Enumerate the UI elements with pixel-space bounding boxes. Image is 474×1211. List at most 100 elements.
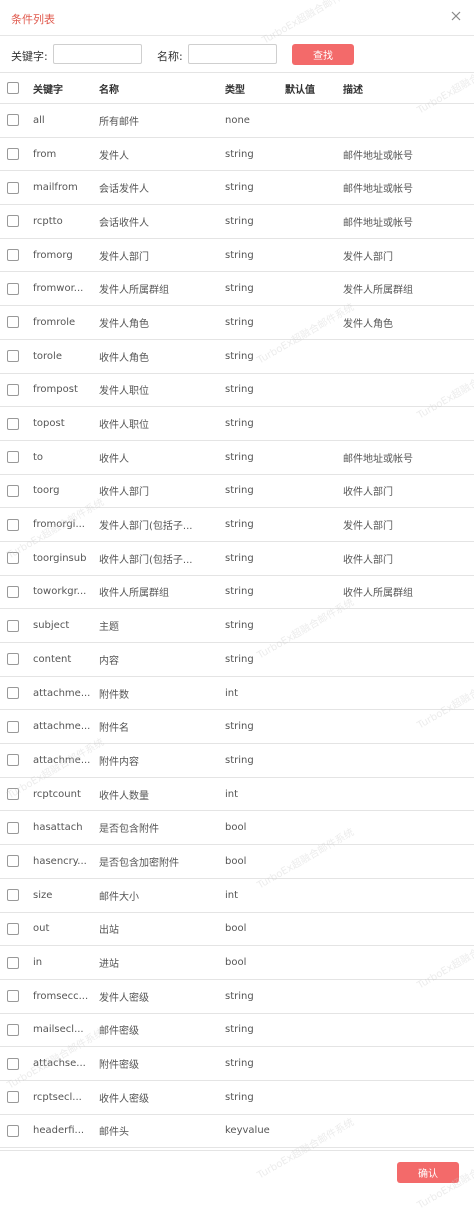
row-checkbox[interactable]: [7, 687, 19, 700]
cell-keyword: torole: [33, 339, 99, 374]
table-row[interactable]: mailsecl... 邮件密级 string: [0, 1013, 474, 1048]
condition-table: 关键字 名称 类型 默认值 描述 all 所有邮件 none from 发件人 strin…: [0, 72, 474, 1182]
cell-description: 发件人角色: [343, 305, 474, 340]
row-checkbox[interactable]: [7, 316, 19, 329]
row-checkbox[interactable]: [7, 451, 19, 464]
table-row[interactable]: out 出站 bool: [0, 912, 474, 947]
dialog-footer: 确认: [0, 1150, 474, 1197]
row-checkbox[interactable]: [7, 889, 19, 902]
table-row[interactable]: fromrole 发件人角色 string 发件人角色: [0, 305, 474, 340]
table-row[interactable]: content 内容 string: [0, 642, 474, 677]
row-checkbox[interactable]: [7, 518, 19, 531]
name-input[interactable]: [188, 44, 277, 64]
cell-description: 发件人部门: [343, 507, 474, 542]
row-checkbox[interactable]: [7, 282, 19, 295]
row-checkbox[interactable]: [7, 484, 19, 497]
table-row[interactable]: headerfi... 邮件头 keyvalue: [0, 1114, 474, 1149]
table-row[interactable]: toworkgr... 收件人所属群组 string 收件人所属群组: [0, 575, 474, 610]
table-row[interactable]: fromsecc... 发件人密级 string: [0, 979, 474, 1014]
row-checkbox[interactable]: [7, 383, 19, 396]
header-description: 描述: [343, 72, 474, 104]
table-row[interactable]: from 发件人 string 邮件地址或帐号: [0, 137, 474, 172]
table-row[interactable]: toorginsub 收件人部门(包括子... string 收件人部门: [0, 541, 474, 576]
row-select-cell: [0, 642, 33, 677]
table-row[interactable]: rcptcount 收件人数量 int: [0, 777, 474, 812]
row-select-cell: [0, 743, 33, 778]
close-icon[interactable]: [450, 10, 462, 22]
table-header-row: 关键字 名称 类型 默认值 描述: [0, 72, 474, 104]
cell-name: 附件数: [99, 676, 225, 711]
cell-default: [285, 709, 343, 745]
row-select-cell: [0, 1046, 33, 1081]
row-checkbox[interactable]: [7, 249, 19, 262]
table-row[interactable]: hasencry... 是否包含加密附件 bool: [0, 844, 474, 879]
confirm-button[interactable]: 确认: [397, 1162, 459, 1183]
row-checkbox[interactable]: [7, 350, 19, 363]
row-checkbox[interactable]: [7, 653, 19, 666]
table-row[interactable]: mailfrom 会话发件人 string 邮件地址或帐号: [0, 170, 474, 206]
table-row[interactable]: torole 收件人角色 string: [0, 339, 474, 374]
row-checkbox[interactable]: [7, 821, 19, 834]
row-checkbox[interactable]: [7, 417, 19, 430]
row-checkbox[interactable]: [7, 1124, 19, 1137]
table-row[interactable]: all 所有邮件 none: [0, 103, 474, 138]
table-row[interactable]: rcptto 会话收件人 string 邮件地址或帐号: [0, 204, 474, 239]
name-label: 名称:: [157, 50, 183, 63]
cell-name: 内容: [99, 642, 225, 677]
table-row[interactable]: topost 收件人职位 string: [0, 406, 474, 441]
row-checkbox[interactable]: [7, 552, 19, 565]
table-row[interactable]: frompost 发件人职位 string: [0, 373, 474, 408]
cell-type: string: [225, 373, 285, 408]
row-checkbox[interactable]: [7, 1091, 19, 1104]
row-checkbox[interactable]: [7, 855, 19, 868]
table-row[interactable]: to 收件人 string 邮件地址或帐号: [0, 440, 474, 475]
cell-description: [343, 777, 474, 812]
table-row[interactable]: attachse... 附件密级 string: [0, 1046, 474, 1081]
row-checkbox[interactable]: [7, 788, 19, 801]
header-keyword: 关键字: [33, 72, 99, 104]
cell-name: 附件名: [99, 709, 225, 745]
row-select-cell: [0, 541, 33, 576]
row-checkbox[interactable]: [7, 990, 19, 1003]
row-checkbox[interactable]: [7, 181, 19, 194]
table-row[interactable]: size 邮件大小 int: [0, 878, 474, 913]
cell-name: 邮件头: [99, 1114, 225, 1149]
table-row[interactable]: attachme... 附件数 int: [0, 676, 474, 711]
table-row[interactable]: attachme... 附件名 string: [0, 709, 474, 745]
select-all-checkbox[interactable]: [7, 82, 19, 94]
cell-description: [343, 676, 474, 711]
table-row[interactable]: hasattach 是否包含附件 bool: [0, 810, 474, 846]
table-row[interactable]: fromorgi... 发件人部门(包括子... string 发件人部门: [0, 507, 474, 542]
cell-keyword: topost: [33, 406, 99, 441]
row-checkbox[interactable]: [7, 720, 19, 733]
row-checkbox[interactable]: [7, 619, 19, 632]
row-checkbox[interactable]: [7, 148, 19, 161]
row-checkbox[interactable]: [7, 585, 19, 598]
cell-description: [343, 709, 474, 745]
cell-keyword: out: [33, 912, 99, 947]
row-checkbox[interactable]: [7, 114, 19, 127]
row-checkbox[interactable]: [7, 922, 19, 935]
row-checkbox[interactable]: [7, 754, 19, 767]
cell-default: [285, 541, 343, 576]
table-row[interactable]: attachme... 附件内容 string: [0, 743, 474, 778]
row-checkbox[interactable]: [7, 215, 19, 228]
row-checkbox[interactable]: [7, 956, 19, 969]
row-checkbox[interactable]: [7, 1023, 19, 1036]
cell-type: string: [225, 474, 285, 509]
cell-default: [285, 406, 343, 441]
search-button[interactable]: 查找: [292, 44, 354, 65]
keyword-input[interactable]: [53, 44, 142, 64]
search-bar: 关键字: 名称: 查找: [0, 36, 474, 72]
cell-description: 发件人所属群组: [343, 271, 474, 307]
cell-keyword: attachme...: [33, 709, 99, 745]
table-row[interactable]: subject 主题 string: [0, 608, 474, 643]
table-row[interactable]: fromorg 发件人部门 string 发件人部门: [0, 238, 474, 273]
cell-description: 收件人部门: [343, 541, 474, 576]
table-row[interactable]: in 进站 bool: [0, 945, 474, 980]
cell-description: [343, 912, 474, 947]
table-row[interactable]: fromwor... 发件人所属群组 string 发件人所属群组: [0, 271, 474, 307]
table-row[interactable]: toorg 收件人部门 string 收件人部门: [0, 474, 474, 509]
table-row[interactable]: rcptsecl... 收件人密级 string: [0, 1080, 474, 1115]
row-checkbox[interactable]: [7, 1057, 19, 1070]
